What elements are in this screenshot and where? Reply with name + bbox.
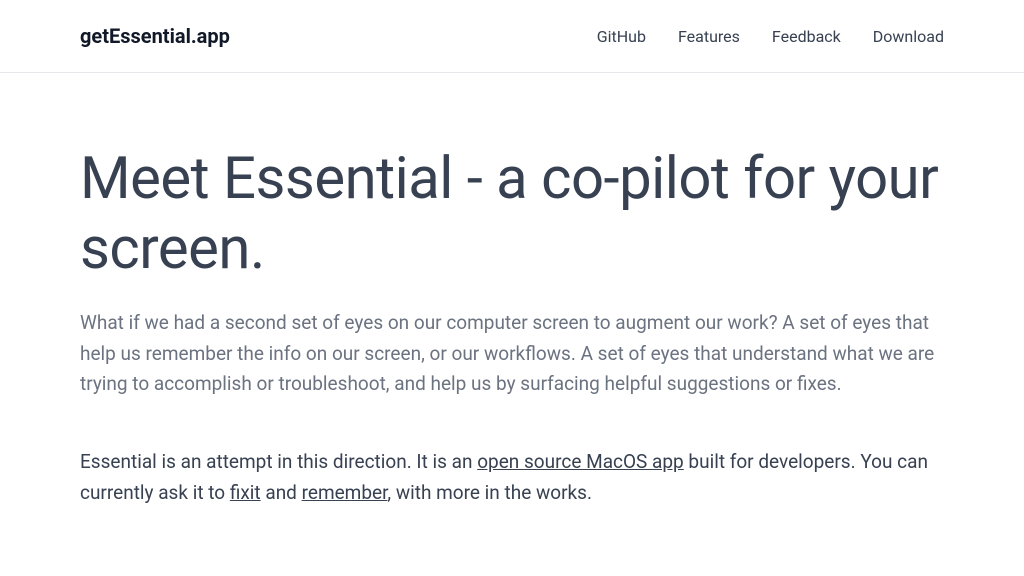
body-paragraph: Essential is an attempt in this directio… [80,447,944,508]
nav-link-feedback[interactable]: Feedback [772,27,841,46]
hero-title: Meet Essential - a co-pilot for your scr… [80,145,944,284]
body-text-segment: , with more in the works. [387,481,592,504]
main-nav: GitHub Features Feedback Download [597,27,944,46]
body-text-segment: Essential is an attempt in this directio… [80,450,477,473]
nav-link-download[interactable]: Download [873,27,944,46]
nav-link-github[interactable]: GitHub [597,27,646,46]
site-logo[interactable]: getEssential.app [80,24,230,48]
link-fixit[interactable]: fixit [230,481,261,504]
main-content: Meet Essential - a co-pilot for your scr… [0,73,1024,508]
link-open-source[interactable]: open source MacOS app [477,450,684,473]
link-remember[interactable]: remember [302,481,388,504]
nav-link-features[interactable]: Features [678,27,740,46]
site-header: getEssential.app GitHub Features Feedbac… [0,0,1024,73]
hero-subtitle: What if we had a second set of eyes on o… [80,308,944,399]
body-text-segment: and [261,481,302,504]
